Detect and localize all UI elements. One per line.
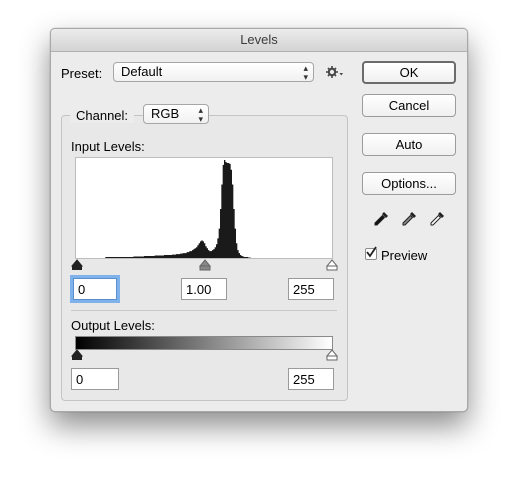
gear-icon[interactable] [326, 65, 344, 79]
channel-select[interactable]: RGB ▴ ▾ [143, 104, 209, 124]
preset-value: Default [121, 64, 163, 79]
output-highlight-slider-base [326, 355, 338, 361]
input-highlight-field[interactable] [288, 278, 334, 300]
input-shadow-slider[interactable] [70, 259, 84, 267]
input-highlight-slider[interactable] [325, 259, 339, 267]
gray-point-eyedropper-icon[interactable] [401, 211, 417, 227]
divider [71, 310, 337, 311]
output-highlight-field[interactable] [288, 368, 334, 390]
window-title: Levels [51, 29, 467, 52]
preview-checkbox[interactable] [365, 246, 377, 260]
channel-value: RGB [151, 106, 180, 121]
levels-dialog: Levels Preset: Default ▴ ▾ Channel: RGB ▴… [50, 28, 468, 412]
input-shadow-field[interactable] [73, 278, 117, 300]
input-midtone-slider[interactable] [198, 259, 212, 267]
preset-select[interactable]: Default ▴ ▾ [113, 62, 314, 82]
output-shadow-slider[interactable] [70, 349, 84, 357]
select-arrows-icon: ▴ ▾ [303, 63, 308, 82]
histogram-chart [76, 160, 332, 258]
white-point-eyedropper-icon[interactable] [429, 211, 445, 227]
channel-label: Channel: [70, 108, 135, 123]
input-highlight-slider-base [326, 265, 338, 271]
cancel-button[interactable]: Cancel [362, 94, 456, 117]
histogram [75, 157, 333, 259]
preset-label: Preset: [61, 66, 103, 81]
input-midtone-field[interactable] [181, 278, 227, 300]
options-button[interactable]: Options... [362, 172, 456, 195]
preview-label: Preview [381, 248, 428, 263]
select-arrows-icon: ▴ ▾ [198, 105, 203, 124]
histogram-area [76, 160, 332, 258]
output-levels-label: Output Levels: [71, 318, 155, 333]
checkmark-icon [366, 246, 377, 258]
input-levels-label: Input Levels: [71, 139, 145, 154]
output-shadow-field[interactable] [71, 368, 119, 390]
auto-button[interactable]: Auto [362, 133, 456, 156]
input-midtone-slider-base [199, 265, 211, 271]
black-point-eyedropper-icon[interactable] [373, 211, 389, 227]
input-slider-track [70, 259, 339, 271]
output-highlight-slider[interactable] [325, 349, 339, 357]
input-shadow-slider-base [72, 266, 82, 270]
output-slider-track [70, 349, 339, 361]
ok-button[interactable]: OK [362, 61, 456, 84]
output-shadow-slider-base [72, 356, 82, 360]
